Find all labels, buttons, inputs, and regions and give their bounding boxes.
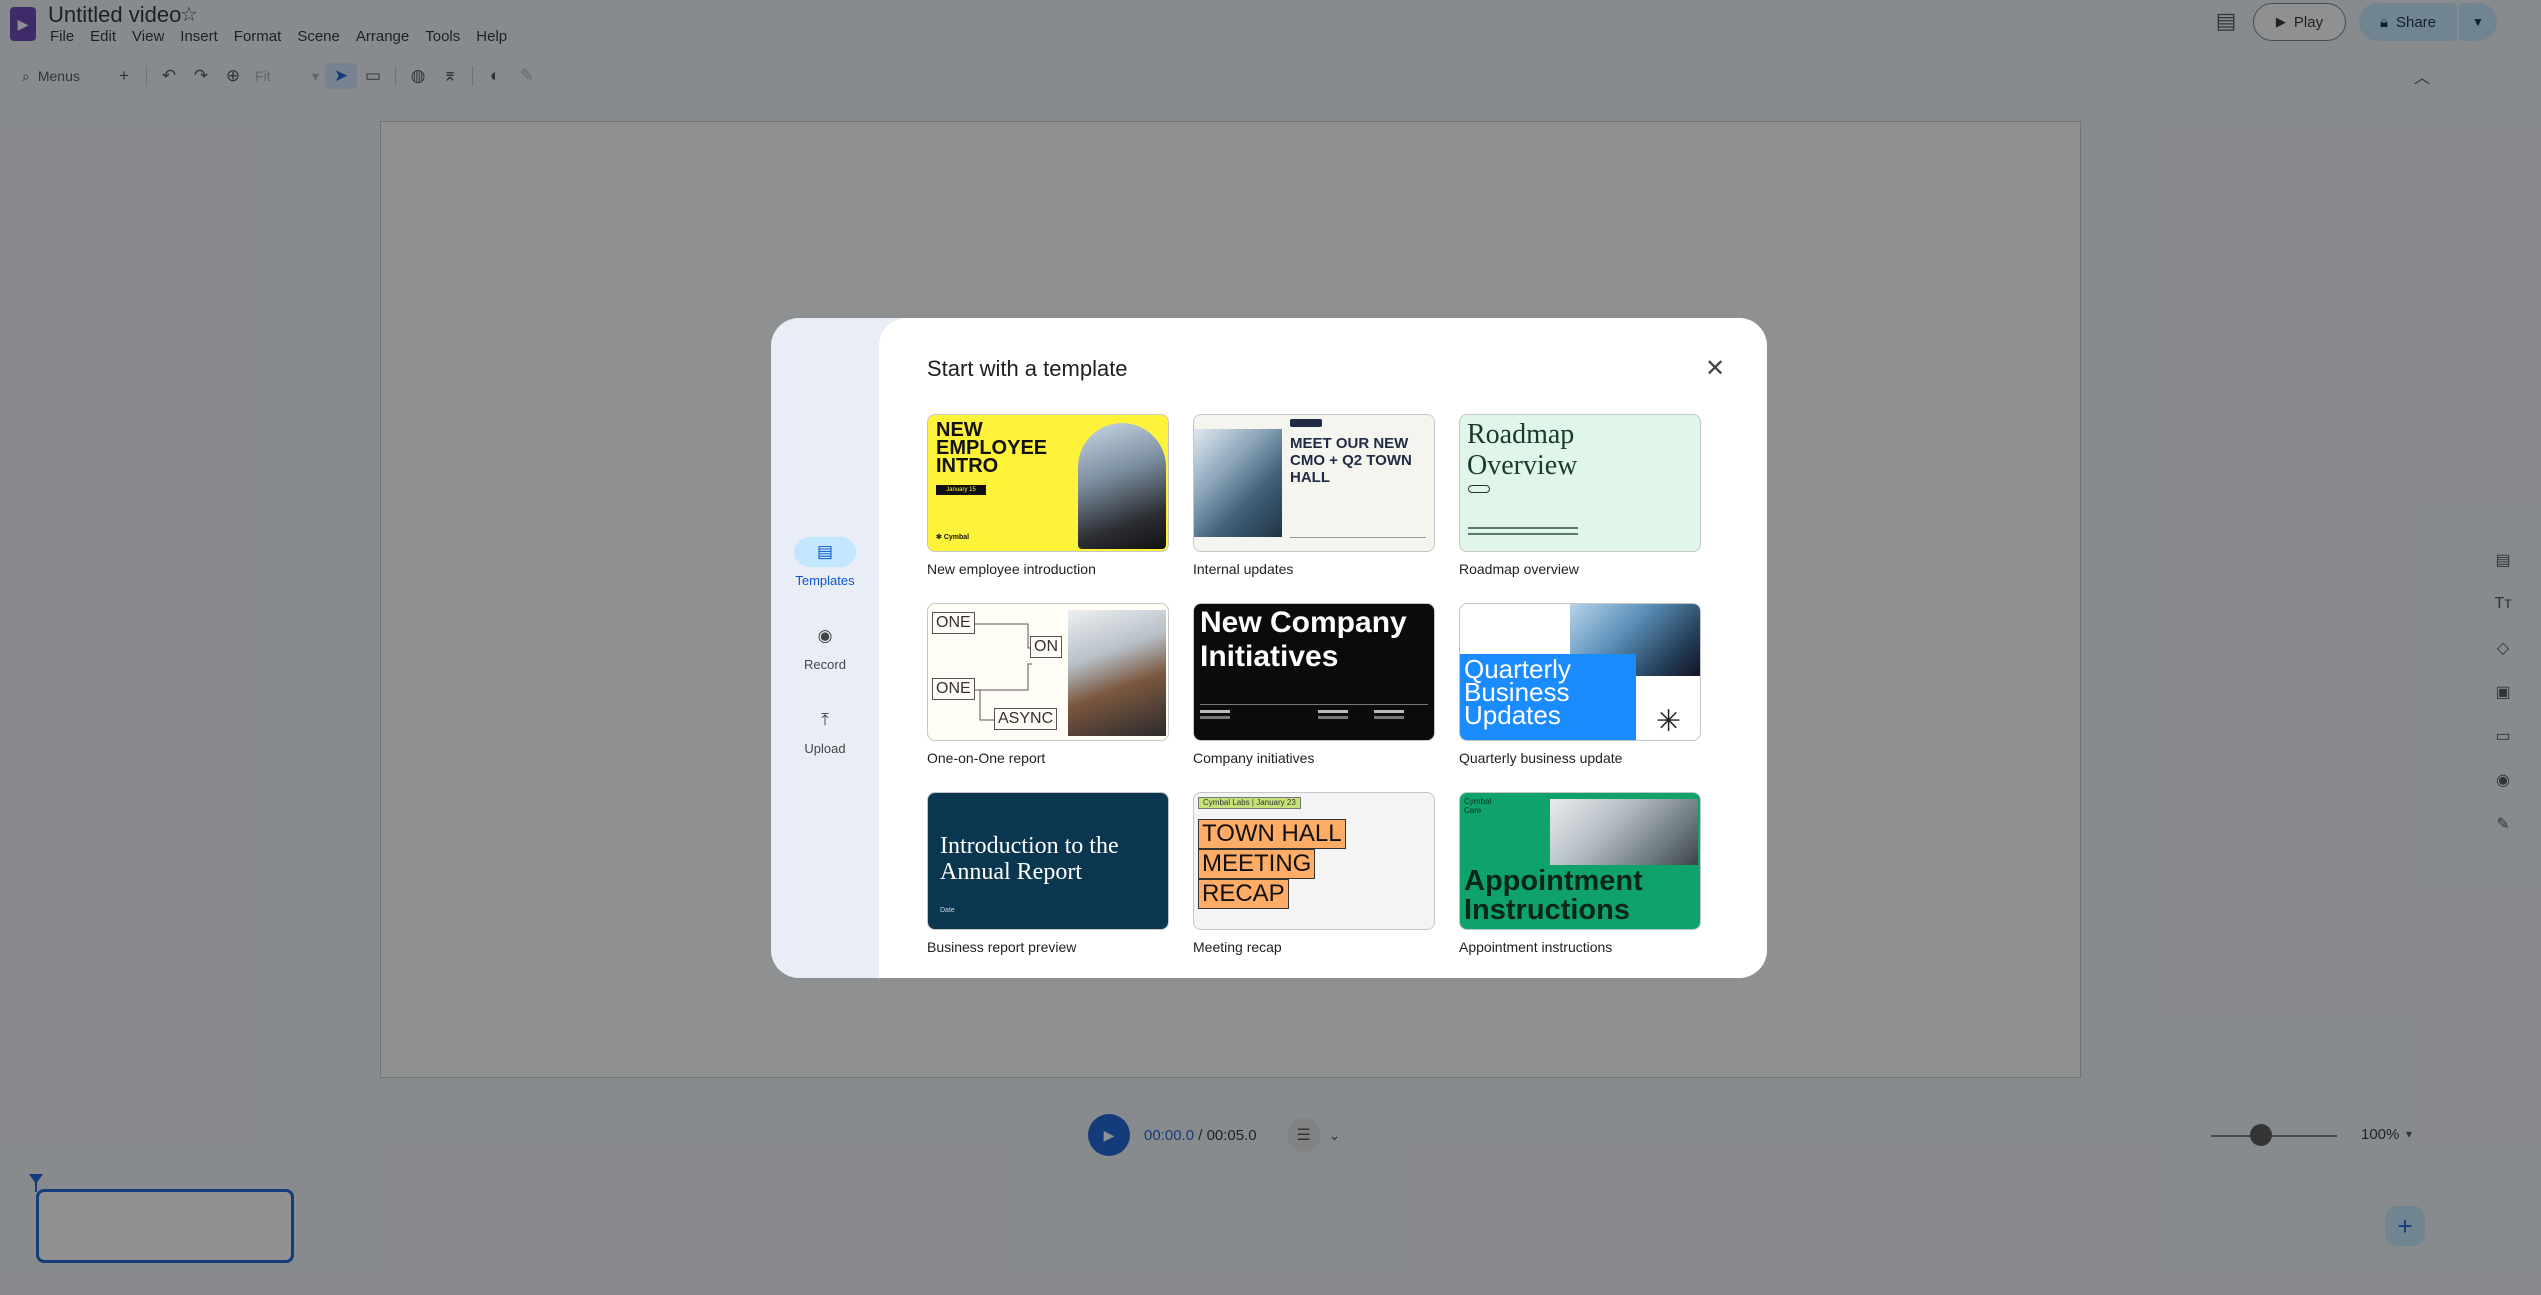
template-card[interactable]: Quarterly Business Updates ✳ Quarterly b… <box>1459 603 1701 766</box>
sparkle-icon: ✳ <box>1656 705 1682 738</box>
template-thumbnail[interactable]: Introduction to the Annual Report Date <box>927 792 1169 930</box>
thumb-brand: Cymbal Care <box>1464 797 1492 815</box>
template-thumbnail[interactable]: New Company Initiatives <box>1193 603 1435 741</box>
template-thumbnail[interactable]: ONE ON ONE ASYNC <box>927 603 1169 741</box>
thumb-pill <box>1468 485 1490 493</box>
thumb-text-lines <box>1468 527 1578 529</box>
thumb-photo <box>1194 429 1282 537</box>
thumb-text-lines <box>1200 710 1230 713</box>
template-card[interactable]: NEW EMPLOYEE INTRO January 15 ✻ Cymbal N… <box>927 414 1169 577</box>
template-dialog: ▤ Templates ◉ Record ⤒ Upload Start with… <box>771 318 1767 978</box>
thumb-box: ON <box>1030 636 1062 658</box>
thumb-rule <box>1290 537 1426 538</box>
thumb-title-line: MEETING <box>1198 849 1316 879</box>
upload-icon: ⤒ <box>821 710 829 729</box>
thumb-title: Roadmap Overview <box>1467 419 1578 481</box>
template-card[interactable]: Cymbal Labs | January 23 TOWN HALL MEETI… <box>1193 792 1435 955</box>
thumb-text-lines <box>1318 710 1348 713</box>
thumb-date: Date <box>940 907 955 914</box>
template-label: Appointment instructions <box>1459 939 1613 955</box>
template-card[interactable]: Introduction to the Annual Report Date B… <box>927 792 1169 955</box>
template-card[interactable]: Roadmap Overview Roadmap overview <box>1459 414 1701 577</box>
thumb-box: ASYNC <box>994 708 1058 730</box>
nav-upload[interactable]: ⤒ Upload <box>771 705 879 756</box>
thumb-title: Introduction to the Annual Report <box>940 833 1119 885</box>
thumb-photo <box>1550 799 1698 865</box>
template-label: Meeting recap <box>1193 939 1282 955</box>
nav-record-label: Record <box>804 657 846 672</box>
thumb-rule <box>1200 704 1428 705</box>
close-icon[interactable]: ✕ <box>1700 355 1730 385</box>
thumb-tag: January 15 <box>936 485 986 495</box>
template-label: One-on-One report <box>927 750 1046 766</box>
template-thumbnail[interactable]: MEET OUR NEW CMO + Q2 TOWN HALL <box>1193 414 1435 552</box>
template-label: Company initiatives <box>1193 750 1315 766</box>
thumb-brand-label: Cymbal <box>943 534 970 541</box>
templates-icon: ▤ <box>794 537 856 567</box>
thumb-title: NEW EMPLOYEE INTRO <box>936 419 1048 477</box>
nav-templates-label: Templates <box>795 573 855 588</box>
thumb-box: ONE <box>932 612 975 634</box>
nav-upload-label: Upload <box>804 741 846 756</box>
template-card[interactable]: MEET OUR NEW CMO + Q2 TOWN HALL Internal… <box>1193 414 1435 577</box>
thumb-chip: Cymbal Labs | January 23 <box>1198 797 1301 809</box>
thumb-photo <box>1078 423 1166 549</box>
template-label: Internal updates <box>1193 561 1294 577</box>
thumb-title: Quarterly Business Updates <box>1464 654 1571 730</box>
template-thumbnail[interactable]: Quarterly Business Updates ✳ <box>1459 603 1701 741</box>
thumb-title: New Company Initiatives <box>1200 606 1407 673</box>
thumb-title-line: TOWN HALL <box>1198 819 1346 849</box>
template-thumbnail[interactable]: Roadmap Overview <box>1459 414 1701 552</box>
template-label: New employee introduction <box>927 561 1096 577</box>
nav-record[interactable]: ◉ Record <box>771 621 879 672</box>
thumb-chip <box>1290 419 1322 427</box>
dialog-nav: ▤ Templates ◉ Record ⤒ Upload <box>771 318 879 978</box>
thumb-photo <box>1068 610 1166 736</box>
dialog-title: Start with a template <box>927 356 1128 381</box>
template-label: Business report preview <box>927 939 1077 955</box>
template-thumbnail[interactable]: Cymbal Care Appointment Instructions <box>1459 792 1701 930</box>
thumb-box: ONE <box>932 678 975 700</box>
template-thumbnail[interactable]: Cymbal Labs | January 23 TOWN HALL MEETI… <box>1193 792 1435 930</box>
thumb-text-lines <box>1374 710 1404 713</box>
nav-templates[interactable]: ▤ Templates <box>771 537 879 588</box>
thumb-brand: ✻ Cymbal <box>936 534 970 541</box>
template-thumbnail[interactable]: NEW EMPLOYEE INTRO January 15 ✻ Cymbal <box>927 414 1169 552</box>
template-card[interactable]: Cymbal Care Appointment Instructions App… <box>1459 792 1701 955</box>
template-label: Roadmap overview <box>1459 561 1579 577</box>
thumb-title: Appointment Instructions <box>1464 865 1643 926</box>
template-label: Quarterly business update <box>1459 750 1623 766</box>
dialog-content: Start with a template ✕ NEW EMPLOYEE INT… <box>879 318 1767 978</box>
thumb-title-line: RECAP <box>1198 879 1289 909</box>
thumb-title: MEET OUR NEW CMO + Q2 TOWN HALL <box>1290 435 1412 486</box>
template-card[interactable]: New Company Initiatives Company initiati… <box>1193 603 1435 766</box>
template-card[interactable]: ONE ON ONE ASYNC One-on-One report <box>927 603 1169 766</box>
record-icon: ◉ <box>817 626 833 645</box>
